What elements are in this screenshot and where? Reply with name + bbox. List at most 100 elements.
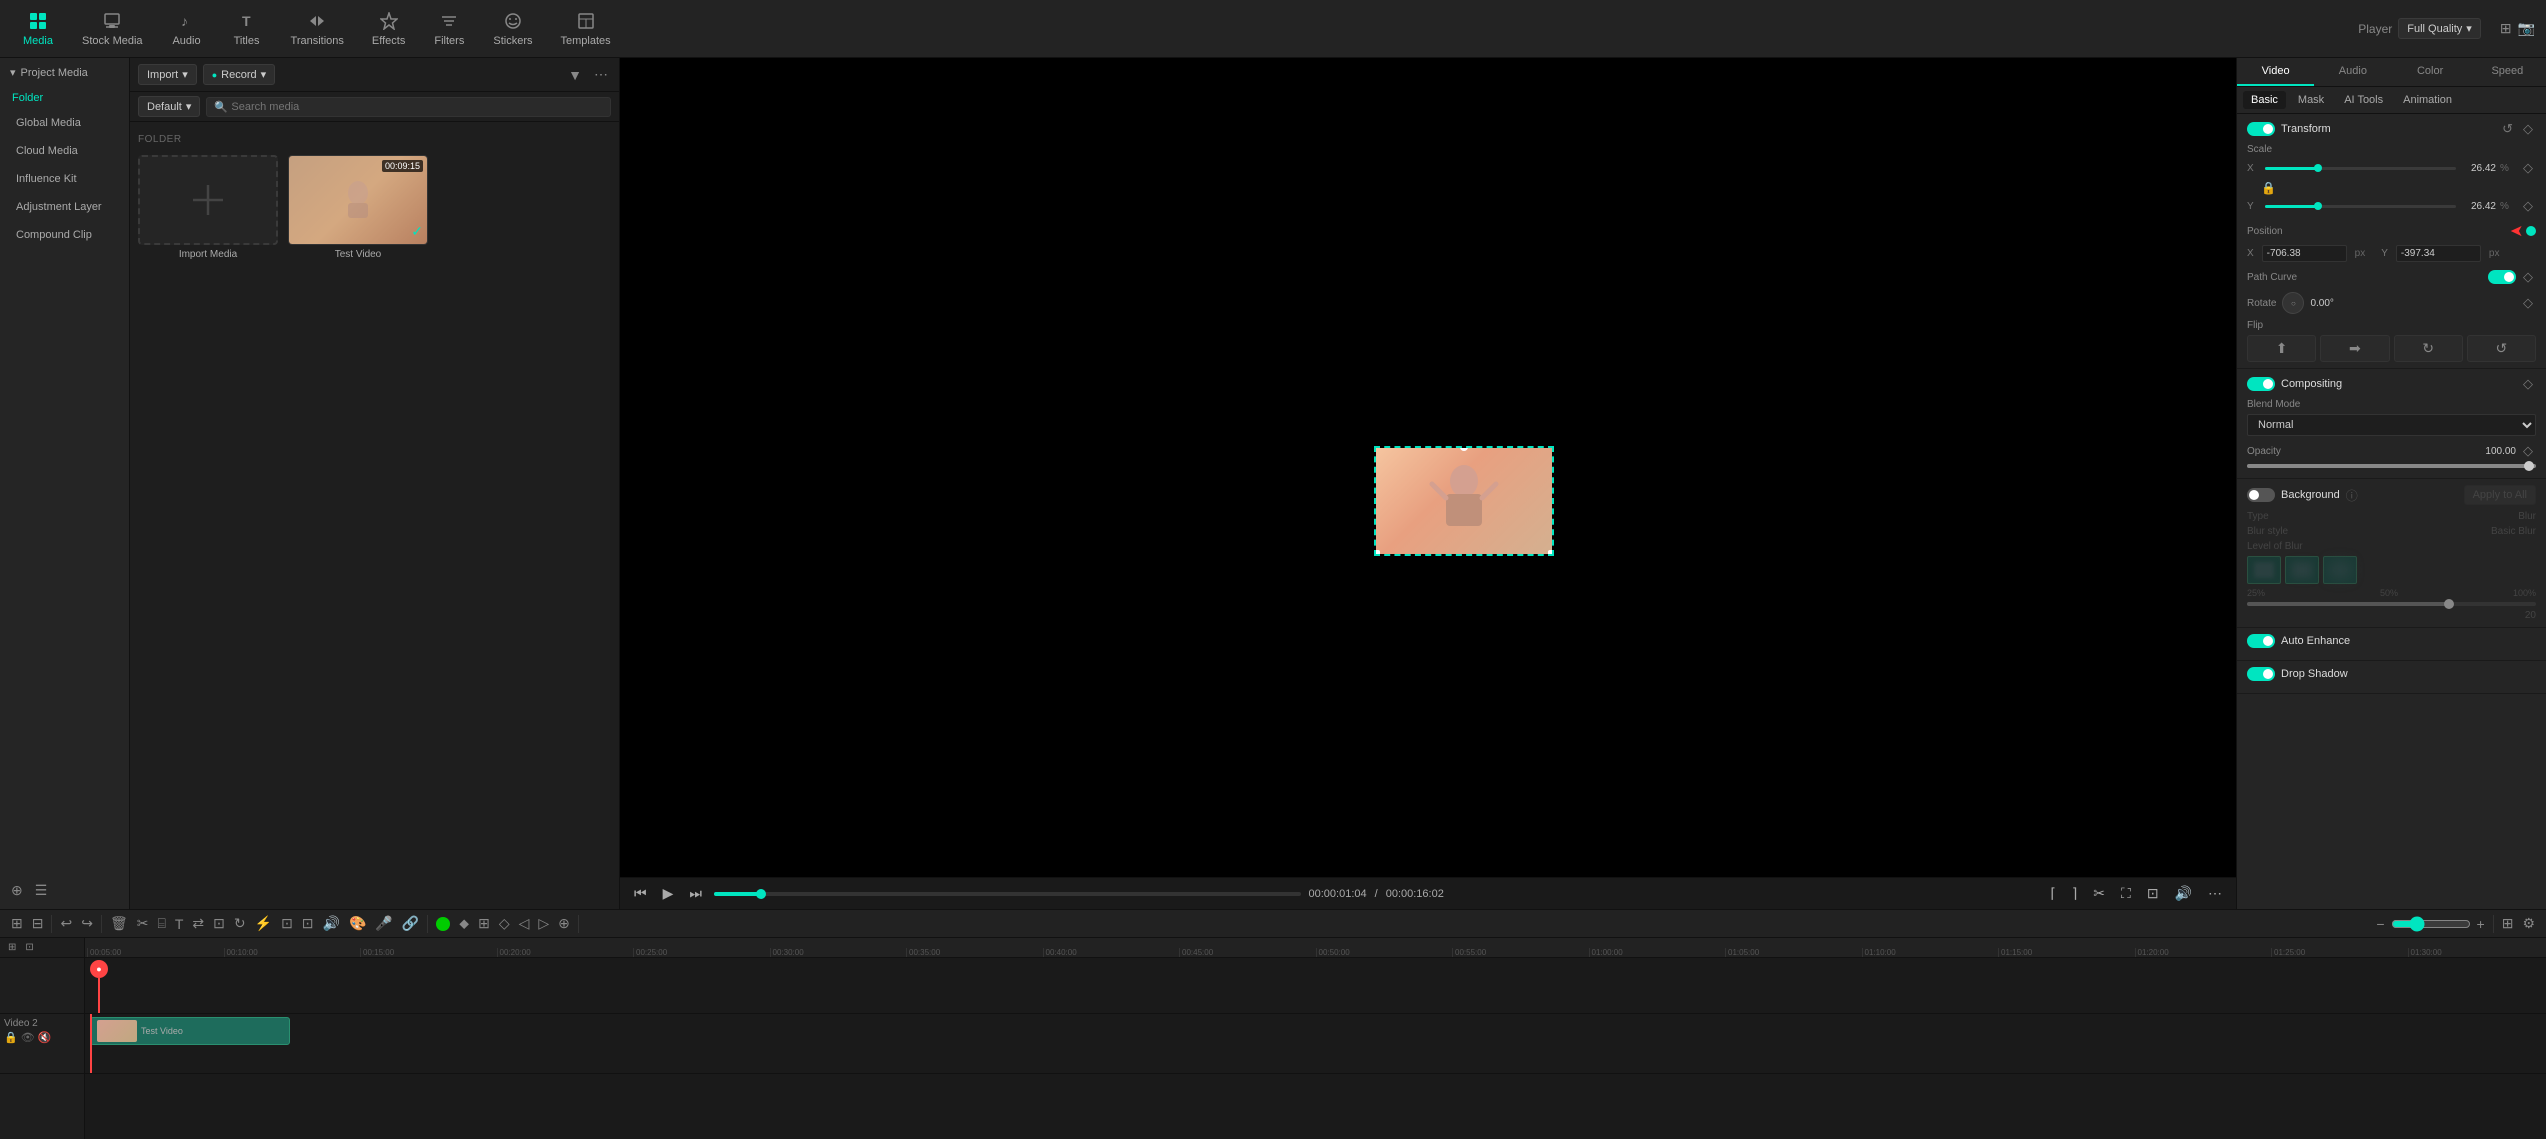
opacity-slider[interactable] xyxy=(2247,464,2536,468)
search-input[interactable] xyxy=(206,97,611,117)
subtab-animation[interactable]: Animation xyxy=(2395,91,2460,109)
tl-speed-tl[interactable]: ⚡ xyxy=(252,913,275,934)
transform-toggle[interactable] xyxy=(2247,122,2275,136)
pos-y-input[interactable] xyxy=(2396,245,2481,262)
import-button[interactable]: Import ▾ xyxy=(138,64,197,85)
zoom-out-btn[interactable]: − xyxy=(2373,914,2387,934)
play-btn[interactable]: ▶ xyxy=(659,883,678,904)
scale-y-slider[interactable] xyxy=(2265,205,2456,208)
subtab-mask[interactable]: Mask xyxy=(2290,91,2332,109)
handle-bl[interactable] xyxy=(1374,550,1380,556)
sidebar-item-influence[interactable]: Influence Kit xyxy=(4,166,125,192)
default-selector[interactable]: Default ▾ xyxy=(138,96,200,117)
tl-prev-frame[interactable]: ◁ xyxy=(516,913,533,934)
edit-out-btn[interactable]: ⌉ xyxy=(2068,883,2081,904)
tl-mute-btn[interactable]: 🔇 xyxy=(38,1031,52,1044)
transform-reset-btn[interactable]: ↺ xyxy=(2499,120,2516,138)
tl-split[interactable]: ⌸ xyxy=(154,913,168,934)
tl-transition[interactable]: ⇄ xyxy=(189,913,207,934)
handle-br[interactable] xyxy=(1548,550,1554,556)
opacity-keyframe[interactable]: ◇ xyxy=(2520,442,2536,460)
tl-add-track[interactable]: ⊞ xyxy=(8,913,26,934)
more-preview-btn[interactable]: ⋯ xyxy=(2204,883,2226,904)
record-button[interactable]: ● Record ▾ xyxy=(203,64,275,85)
filter-icon[interactable]: ▼ xyxy=(565,65,585,85)
camera-icon[interactable]: 📷 xyxy=(2515,18,2538,39)
flip-vertical-btn[interactable]: ⬆ xyxy=(2247,335,2316,362)
tl-add-tl[interactable]: ⊕ xyxy=(555,913,573,934)
tl-h-icon2[interactable]: ⊡ xyxy=(22,940,36,955)
test-video-item[interactable]: 00:09:15 ✓ Test Video xyxy=(288,155,428,260)
rewind-btn[interactable]: ⏮ xyxy=(630,883,651,904)
forward-btn[interactable]: ⏭ xyxy=(685,883,706,904)
add-folder-btn[interactable]: ⊕ xyxy=(8,880,26,901)
compositing-toggle[interactable] xyxy=(2247,377,2275,391)
background-toggle[interactable] xyxy=(2247,488,2275,502)
sidebar-item-folder[interactable]: Folder xyxy=(0,87,129,109)
compositing-keyframe[interactable]: ◇ xyxy=(2520,375,2536,393)
nav-titles[interactable]: T Titles xyxy=(217,7,277,51)
quality-selector[interactable]: Full Quality ▾ xyxy=(2398,18,2481,39)
transform-keyframe-btn[interactable]: ◇ xyxy=(2520,120,2536,138)
tl-marker[interactable]: ⬥ xyxy=(456,913,472,934)
sidebar-item-cloud[interactable]: Cloud Media xyxy=(4,138,125,164)
pos-x-input[interactable] xyxy=(2262,245,2347,262)
edit-in-btn[interactable]: ⌈ xyxy=(2046,883,2059,904)
blur-box-1[interactable] xyxy=(2247,556,2281,584)
tl-text[interactable]: T xyxy=(172,914,187,934)
nav-audio[interactable]: ♪ Audio xyxy=(157,7,217,51)
drop-shadow-toggle[interactable] xyxy=(2247,667,2275,681)
tl-undo[interactable]: ↩ xyxy=(57,913,75,934)
sidebar-item-global[interactable]: Global Media xyxy=(4,110,125,136)
flip-horizontal-btn[interactable]: ➡ xyxy=(2320,335,2389,362)
scale-keyframe-y[interactable]: ◇ xyxy=(2520,197,2536,215)
tl-redo[interactable]: ↪ xyxy=(78,913,96,934)
audio-btn[interactable]: 🔊 xyxy=(2171,883,2196,904)
nav-stock[interactable]: Stock Media xyxy=(68,7,157,51)
zoom-slider[interactable] xyxy=(2391,916,2471,932)
tl-more1[interactable]: ⊡ xyxy=(278,913,296,934)
video-preview-box[interactable] xyxy=(1374,446,1554,556)
nav-effects[interactable]: Effects xyxy=(358,7,419,51)
video-clip[interactable]: Test Video xyxy=(90,1017,290,1045)
subtab-basic[interactable]: Basic xyxy=(2243,91,2286,109)
apply-all-btn[interactable]: Apply to All xyxy=(2464,485,2536,505)
tl-voice-tl[interactable]: 🎤 xyxy=(372,913,395,934)
tl-rotate-tl[interactable]: ↻ xyxy=(231,913,249,934)
import-media-item[interactable]: Import Media xyxy=(138,155,278,260)
scale-keyframe-x[interactable]: ◇ xyxy=(2520,159,2536,177)
sidebar-item-adjustment[interactable]: Adjustment Layer xyxy=(4,194,125,220)
tl-eye-btn[interactable]: 👁 xyxy=(21,1031,35,1044)
tl-link[interactable]: ⊟ xyxy=(29,913,47,934)
tl-grid[interactable]: ⊞ xyxy=(2499,913,2517,934)
panel-settings-btn[interactable]: ☰ xyxy=(32,880,51,901)
preview-cut-btn[interactable]: ✂ xyxy=(2089,883,2109,904)
blend-mode-select[interactable]: Normal Multiply Screen Overlay xyxy=(2247,414,2536,436)
tl-delete[interactable]: 🗑 xyxy=(107,913,131,934)
zoom-in-btn[interactable]: + xyxy=(2474,914,2488,934)
progress-bar[interactable] xyxy=(714,892,1301,896)
blur-intensity-slider[interactable] xyxy=(2247,602,2536,606)
tl-audio-tl[interactable]: 🔊 xyxy=(320,913,343,934)
tl-next-frame[interactable]: ▷ xyxy=(535,913,552,934)
scale-x-slider[interactable] xyxy=(2265,167,2456,170)
pic-in-pic-btn[interactable]: ⊡ xyxy=(2143,883,2163,904)
tab-speed[interactable]: Speed xyxy=(2469,58,2546,86)
monitor-icon[interactable]: ⊞ xyxy=(2497,18,2515,39)
tl-snap[interactable]: ⊞ xyxy=(475,913,493,934)
rotate-dial[interactable]: ○ xyxy=(2282,292,2304,314)
import-thumb[interactable] xyxy=(138,155,278,245)
tab-color[interactable]: Color xyxy=(2392,58,2469,86)
sidebar-item-compound[interactable]: Compound Clip xyxy=(4,222,125,248)
lock-icon[interactable]: 🔒 xyxy=(2261,181,2276,195)
tl-crop[interactable]: ⊡ xyxy=(210,913,228,934)
tl-settings[interactable]: ⚙ xyxy=(2519,913,2538,934)
blur-box-3[interactable] xyxy=(2323,556,2357,584)
blur-box-2[interactable] xyxy=(2285,556,2319,584)
background-info-icon[interactable]: ⓘ xyxy=(2346,487,2358,504)
auto-enhance-toggle[interactable] xyxy=(2247,634,2275,648)
tab-audio[interactable]: Audio xyxy=(2314,58,2391,86)
tl-color-tl[interactable]: 🎨 xyxy=(346,913,369,934)
tl-keyframe-tl[interactable]: ◇ xyxy=(496,913,513,934)
timeline-ruler[interactable]: 00:05:0000:10:0000:15:0000:20:0000:25:00… xyxy=(85,938,2546,958)
